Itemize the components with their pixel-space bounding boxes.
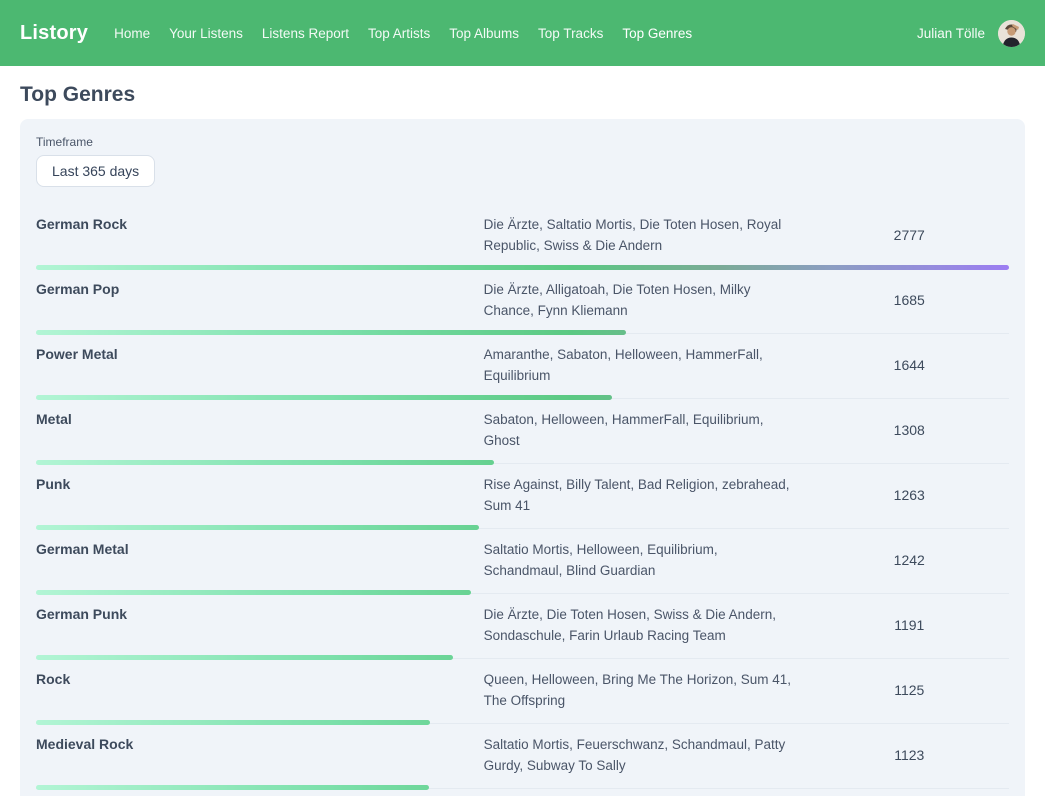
page-content: Top Genres Timeframe Last 365 days Germa… xyxy=(0,83,1045,796)
genre-name: German Pop xyxy=(36,269,484,297)
genre-listen-count: 1242 xyxy=(894,552,925,570)
table-row: Punk Rise Against, Billy Talent, Bad Rel… xyxy=(36,464,1009,529)
table-row: German Metal Saltatio Mortis, Helloween,… xyxy=(36,529,1009,594)
genre-artists: Rise Against, Billy Talent, Bad Religion… xyxy=(484,464,810,528)
genre-listen-count: 1263 xyxy=(894,487,925,505)
genre-listen-count: 1125 xyxy=(894,682,924,700)
genre-name: German Metal xyxy=(36,529,484,557)
genre-listen-count: 2777 xyxy=(894,227,925,245)
genre-artists: Queen, Helloween, Bring Me The Horizon, … xyxy=(484,659,810,723)
top-navbar: Listory Home Your Listens Listens Report To… xyxy=(0,0,1045,66)
genre-listen-count: 1644 xyxy=(894,357,925,375)
top-genres-card: Timeframe Last 365 days German Rock Die … xyxy=(20,119,1025,796)
timeframe-selector[interactable]: Last 365 days xyxy=(36,155,155,187)
genre-name: Medieval Rock xyxy=(36,724,484,752)
timeframe-label: Timeframe xyxy=(36,135,1009,149)
genre-artists: Amaranthe, Sabaton, Helloween, HammerFal… xyxy=(484,334,810,398)
main-navigation: Home Your Listens Listens Report Top Artist… xyxy=(114,26,692,41)
genre-artists: Die Ärzte, Alligatoah, Die Toten Hosen, … xyxy=(484,269,810,333)
genre-name: German Rock xyxy=(36,204,484,232)
genre-name: Power Metal xyxy=(36,334,484,362)
genre-artists: Die Ärzte, Die Toten Hosen, Swiss & Die … xyxy=(484,594,810,658)
genre-listen-count: 1685 xyxy=(894,292,925,310)
nav-item-home[interactable]: Home xyxy=(114,26,150,41)
genre-listen-count: 1123 xyxy=(894,747,924,765)
table-row: German Pop Die Ärzte, Alligatoah, Die To… xyxy=(36,269,1009,334)
genre-listen-count: 1191 xyxy=(894,617,924,635)
nav-item-top-artists[interactable]: Top Artists xyxy=(368,26,430,41)
table-row: Power Metal Amaranthe, Sabaton, Hellowee… xyxy=(36,334,1009,399)
genre-artists: Saltatio Mortis, Feuerschwanz, Schandmau… xyxy=(484,724,810,788)
genre-artists: Sabaton, Helloween, HammerFall, Equilibr… xyxy=(484,399,810,463)
genre-listen-count: 1308 xyxy=(894,422,925,440)
genre-artists: Die Ärzte, Saltatio Mortis, Die Toten Ho… xyxy=(484,204,810,268)
table-row: Melodic Metal Unleash The Archers, Hello… xyxy=(36,789,1009,796)
genre-table: German Rock Die Ärzte, Saltatio Mortis, … xyxy=(36,204,1009,796)
table-row: German Rock Die Ärzte, Saltatio Mortis, … xyxy=(36,204,1009,269)
app-logo[interactable]: Listory xyxy=(20,22,88,45)
avatar-photo xyxy=(998,20,1025,47)
genre-artists: Unleash The Archers, Helloween, HammerFa… xyxy=(484,789,810,796)
genre-name: Metal xyxy=(36,399,484,427)
table-row: German Punk Die Ärzte, Die Toten Hosen, … xyxy=(36,594,1009,659)
genre-name: Punk xyxy=(36,464,484,492)
user-menu[interactable]: Julian Tölle xyxy=(917,20,1025,47)
table-row: Metal Sabaton, Helloween, HammerFall, Eq… xyxy=(36,399,1009,464)
nav-item-top-genres[interactable]: Top Genres xyxy=(622,26,692,41)
table-row: Medieval Rock Saltatio Mortis, Feuerschw… xyxy=(36,724,1009,789)
nav-item-top-albums[interactable]: Top Albums xyxy=(449,26,519,41)
user-name: Julian Tölle xyxy=(917,26,985,41)
genre-name: Rock xyxy=(36,659,484,687)
user-avatar[interactable] xyxy=(998,20,1025,47)
genre-name: Melodic Metal xyxy=(36,789,484,796)
nav-item-listens-report[interactable]: Listens Report xyxy=(262,26,349,41)
genre-artists: Saltatio Mortis, Helloween, Equilibrium,… xyxy=(484,529,810,593)
page-title: Top Genres xyxy=(20,83,1025,107)
genre-name: German Punk xyxy=(36,594,484,622)
nav-item-your-listens[interactable]: Your Listens xyxy=(169,26,243,41)
table-row: Rock Queen, Helloween, Bring Me The Hori… xyxy=(36,659,1009,724)
nav-item-top-tracks[interactable]: Top Tracks xyxy=(538,26,603,41)
